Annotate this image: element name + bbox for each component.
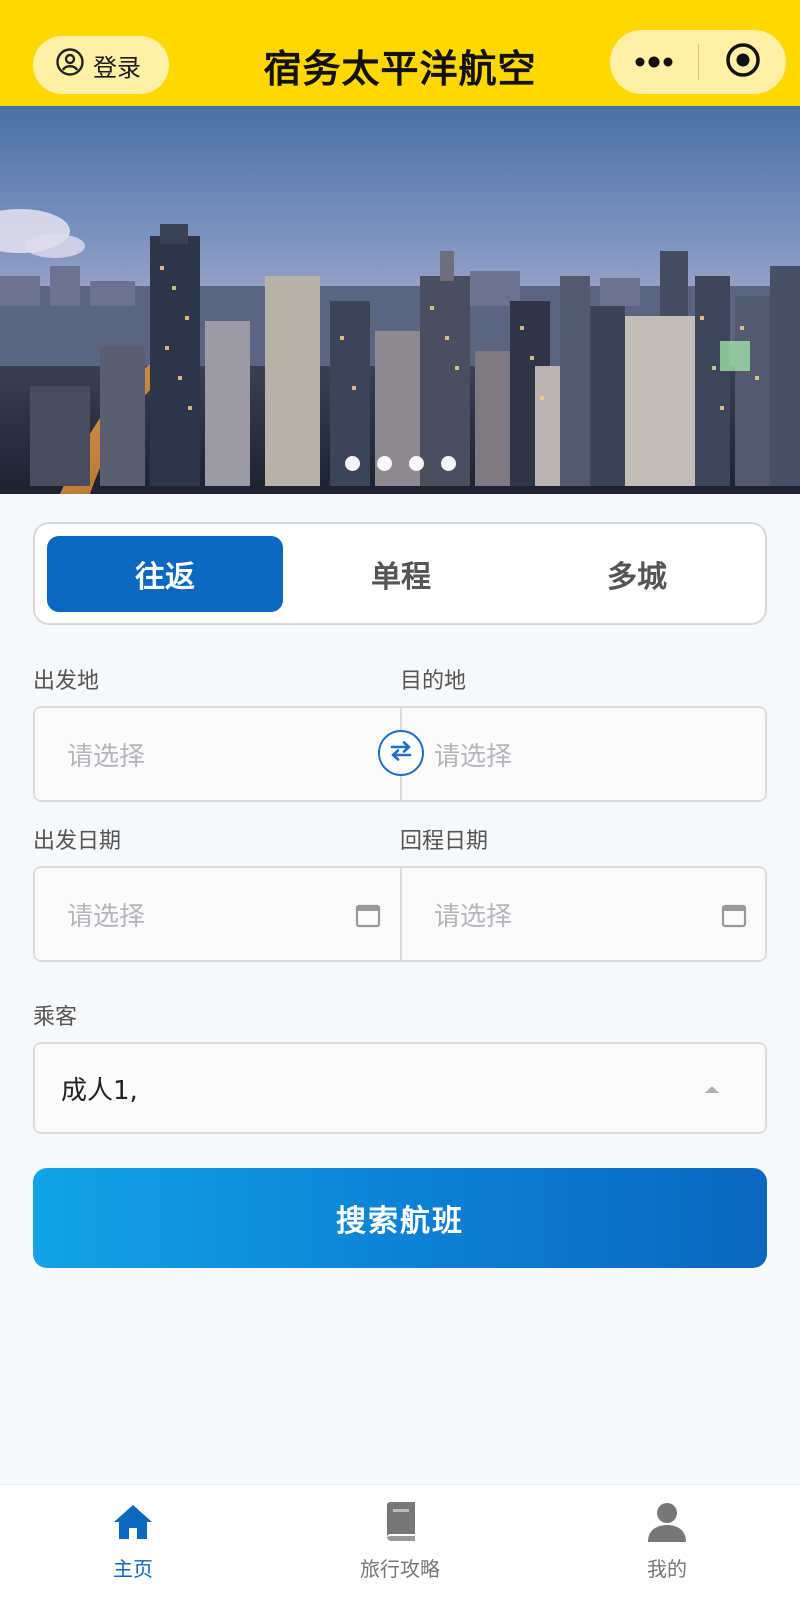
origin-input[interactable]: 请选择 [35, 708, 400, 800]
login-label: 登录 [93, 53, 141, 82]
tab-multi-city[interactable]: 多城 [519, 536, 755, 612]
route-field: 请选择 请选择 [33, 706, 767, 802]
app-page: 登录 宿务太平洋航空 往返 单程 多城 出发地 目的地 请选择 请选择 出发日期… [0, 0, 800, 1616]
nav-label-home: 主页 [113, 1557, 153, 1581]
nav-item-home[interactable]: 主页 [33, 1485, 233, 1616]
mini-program-capsule [610, 30, 786, 94]
carousel-dot[interactable] [408, 456, 424, 471]
login-button[interactable]: 登录 [33, 36, 169, 94]
nav-item-travel-guide[interactable]: 旅行攻略 [300, 1485, 500, 1616]
app-title: 宿务太平洋航空 [263, 46, 537, 91]
carousel-indicators[interactable] [0, 456, 800, 476]
header-bar: 登录 宿务太平洋航空 [0, 0, 800, 106]
more-dots-icon [634, 53, 674, 72]
tab-one-way[interactable]: 单程 [283, 536, 519, 612]
swap-button[interactable] [378, 730, 424, 776]
passengers-select[interactable]: 成人1, [33, 1042, 767, 1134]
return-date-label: 回程日期 [400, 829, 489, 854]
user-circle-icon [55, 47, 93, 83]
nav-item-profile[interactable]: 我的 [567, 1485, 767, 1616]
tab-round-trip[interactable]: 往返 [47, 536, 283, 612]
home-icon [112, 1499, 154, 1545]
carousel-dot[interactable] [344, 456, 360, 471]
passengers-value: 成人1, [61, 1075, 138, 1106]
target-circle-icon [724, 41, 762, 83]
nav-label-travel-guide: 旅行攻略 [360, 1557, 440, 1581]
return-date-input[interactable]: 请选择 [402, 868, 767, 960]
book-icon [381, 1499, 419, 1545]
destination-input[interactable]: 请选择 [402, 708, 767, 800]
nav-label-profile: 我的 [647, 1557, 687, 1581]
swap-arrows-icon [388, 740, 414, 766]
user-icon [646, 1499, 688, 1545]
carousel-dot[interactable] [440, 456, 456, 471]
caret-up-icon [705, 1086, 719, 1093]
banner-carousel[interactable] [0, 106, 800, 494]
search-flights-button[interactable]: 搜索航班 [33, 1168, 767, 1268]
bottom-tab-bar: 主页 旅行攻略 我的 [0, 1484, 800, 1616]
destination-label: 目的地 [400, 669, 467, 694]
depart-date-label: 出发日期 [33, 829, 122, 854]
origin-label: 出发地 [33, 669, 100, 694]
date-field: 请选择 请选择 [33, 866, 767, 962]
trip-type-tabs: 往返 单程 多城 [33, 522, 767, 625]
close-mini-program-button[interactable] [699, 30, 786, 94]
city-skyline-image [0, 106, 800, 494]
more-menu-button[interactable] [610, 30, 698, 94]
calendar-icon[interactable] [721, 902, 747, 932]
carousel-dot[interactable] [376, 456, 392, 471]
passengers-label: 乘客 [33, 1005, 78, 1030]
depart-date-input[interactable]: 请选择 [35, 868, 400, 960]
calendar-icon[interactable] [355, 902, 381, 932]
